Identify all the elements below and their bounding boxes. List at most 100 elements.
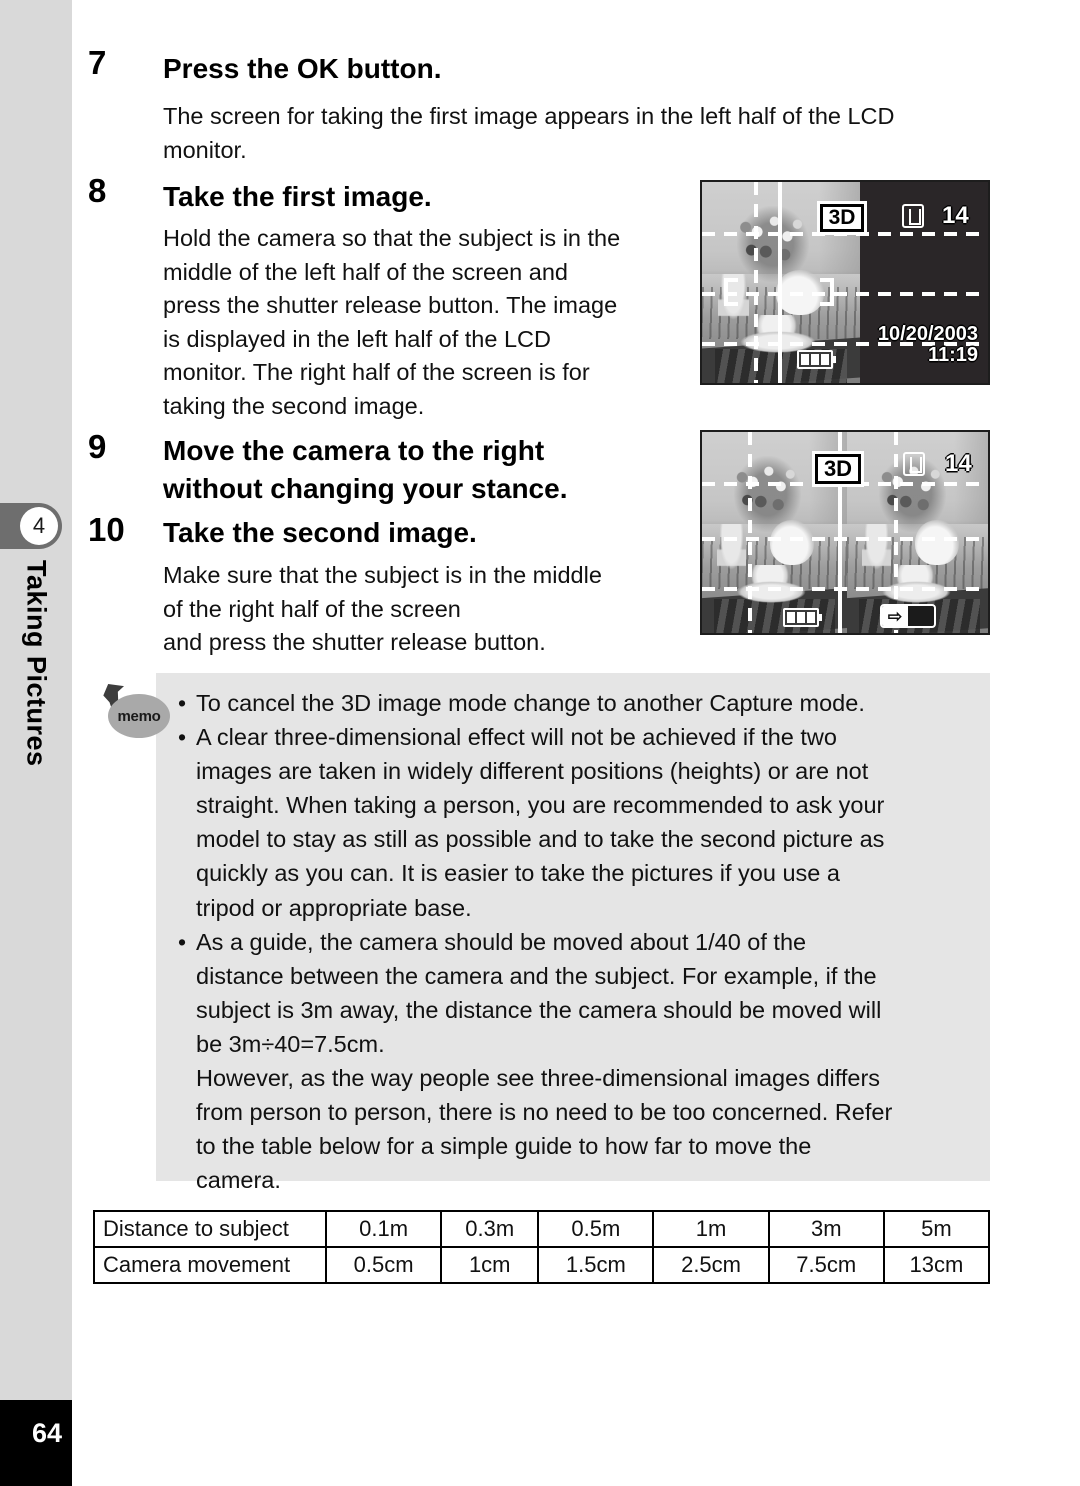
memo-line: model to stay as still as possible and t…: [196, 826, 885, 853]
step-10-body-line: of the right half of the screen: [163, 595, 461, 622]
table-cell: 0.1m: [324, 1210, 443, 1248]
sidebar: 4 Taking Pictures: [0, 0, 72, 1400]
osd-date: 10/20/2003: [877, 323, 978, 345]
focus-bracket-left: [724, 278, 738, 306]
chapter-number: 4: [20, 507, 58, 545]
chapter-tab: 4: [0, 503, 62, 549]
step-7-number: 7: [88, 44, 107, 81]
lcd-screenshot-first-image: 3D 14 10/20/2003 11:19: [700, 180, 990, 385]
manual-page: 4 Taking Pictures 64 7 Press the OK butt…: [0, 0, 1080, 1486]
step-8-heading: Take the first image.: [163, 181, 432, 212]
memo-line: A clear three-dimensional effect will no…: [196, 724, 837, 751]
bullet-icon: •: [178, 690, 187, 716]
step-8-number: 8: [88, 172, 107, 209]
grid-line-horizontal: [702, 537, 988, 541]
grid-line-vertical: [894, 432, 898, 633]
step-8-body: Hold the camera so that the subject is i…: [163, 222, 683, 423]
memo-line: straight. When taking a person, you are …: [196, 792, 885, 819]
right-arrow-icon: ⇨: [880, 604, 936, 628]
mode-badge-3d: 3D: [815, 454, 861, 484]
table-cell: 1cm: [440, 1246, 540, 1284]
memo-line: distance between the camera and the subj…: [196, 962, 877, 989]
memo-label: memo: [117, 707, 161, 725]
step-8-body-line: is displayed in the left half of the LCD: [163, 325, 551, 352]
memo-line: To cancel the 3D image mode change to an…: [196, 690, 865, 716]
bullet-icon: •: [178, 928, 187, 955]
table-cell: 5m: [882, 1210, 991, 1248]
arrow-glyph: ⇨: [882, 606, 908, 626]
step-9-heading: Move the camera to the right without cha…: [163, 432, 683, 508]
grid-line-horizontal: [702, 292, 988, 296]
table-cell: 2.5cm: [652, 1246, 770, 1284]
row-label: Camera movement: [93, 1246, 327, 1284]
step-9-heading-line: Move the camera to the right: [163, 435, 545, 466]
step-8-body-line: Hold the camera so that the subject is i…: [163, 225, 621, 251]
step-7-body-line: The screen for taking the first image ap…: [163, 103, 895, 129]
memo-line: camera.: [196, 1167, 281, 1194]
step-8-body-line: monitor. The right half of the screen is…: [163, 359, 590, 385]
memo-label-badge: memo: [108, 694, 170, 738]
memo-line: from person to person, there is no need …: [196, 1099, 893, 1126]
guide-table: Distance to subject 0.1m 0.3m 0.5m 1m 3m…: [93, 1210, 991, 1284]
bullet-icon: •: [178, 724, 187, 751]
memo-list-item: • To cancel the 3D image mode change to …: [178, 686, 978, 720]
memo-list-item: • A clear three-dimensional effect will …: [178, 720, 978, 925]
table-cell: 7.5cm: [767, 1246, 885, 1284]
memo-line: As a guide, the camera should be moved a…: [196, 928, 807, 955]
step-10-body: Make sure that the subject is in the mid…: [163, 559, 703, 660]
memo-line: However, as the way people see three-dim…: [196, 1065, 881, 1092]
mode-badge-3d: 3D: [820, 204, 864, 232]
memory-card-icon: [903, 452, 925, 476]
memo-item-text: A clear three-dimensional effect will no…: [196, 720, 884, 925]
step-10-number: 10: [88, 511, 125, 548]
memo-list: • To cancel the 3D image mode change to …: [178, 686, 978, 1197]
table-cell: 0.5m: [537, 1210, 655, 1248]
table-row: Distance to subject 0.1m 0.3m 0.5m 1m 3m…: [93, 1210, 991, 1248]
step-8-body-line: taking the second image.: [163, 392, 425, 419]
table-row: Camera movement 0.5cm 1cm 1.5cm 2.5cm 7.…: [93, 1246, 991, 1284]
step-10-heading: Take the second image.: [163, 517, 477, 548]
memory-card-icon: [902, 204, 924, 228]
memo-line: tripod or appropriate base.: [196, 894, 472, 921]
grid-line-vertical: [754, 182, 758, 383]
step-7-body: The screen for taking the first image ap…: [163, 100, 1003, 167]
step-9-number: 9: [88, 428, 107, 465]
memo-item-text: As a guide, the camera should be moved a…: [196, 925, 892, 1198]
memo-item-text: To cancel the 3D image mode change to an…: [196, 686, 865, 720]
remaining-shots-count: 14: [942, 202, 969, 229]
battery-icon: [797, 350, 836, 369]
table-cell: 13cm: [882, 1246, 991, 1284]
grid-line-center: [778, 182, 782, 383]
memo-icon: memo: [98, 684, 172, 744]
memo-line: quickly as you can. It is easier to take…: [196, 860, 840, 887]
table-cell: 1.5cm: [537, 1246, 655, 1284]
lcd-screenshot-second-image: 3D 14 ⇨: [700, 430, 990, 635]
remaining-shots-count: 14: [945, 450, 972, 477]
step-8-body-line: middle of the left half of the screen an…: [163, 258, 568, 285]
table-cell: 0.5cm: [324, 1246, 443, 1284]
step-7-heading: Press the OK button.: [163, 53, 442, 84]
battery-icon: [783, 608, 822, 627]
memo-list-item: • As a guide, the camera should be moved…: [178, 925, 978, 1198]
step-10-body-line: Make sure that the subject is in the mid…: [163, 562, 602, 588]
table-cell: 3m: [767, 1210, 885, 1248]
focus-bracket-right: [820, 278, 834, 306]
table-cell: 0.3m: [440, 1210, 540, 1248]
step-7-body-line: monitor.: [163, 136, 247, 163]
grid-line-vertical: [748, 432, 752, 633]
grid-line-horizontal: [702, 587, 988, 591]
step-8-body-line: press the shutter release button. The im…: [163, 292, 618, 318]
memo-line: be 3m÷40=7.5cm.: [196, 1030, 385, 1057]
page-number: 64: [31, 1418, 62, 1448]
memo-line: to the table below for a simple guide to…: [196, 1133, 812, 1160]
chapter-title: Taking Pictures: [0, 560, 72, 900]
page-number-band: 64: [0, 1400, 72, 1486]
step-9-heading-line: without changing your stance.: [163, 473, 568, 504]
row-label: Distance to subject: [93, 1210, 327, 1248]
table-cell: 1m: [652, 1210, 770, 1248]
step-10-body-line: and press the shutter release button.: [163, 629, 546, 655]
grid-line-horizontal: [702, 232, 988, 236]
memo-line: subject is 3m away, the distance the cam…: [196, 996, 882, 1023]
memo-line: images are taken in widely different pos…: [196, 758, 869, 785]
chapter-title-text: Taking Pictures: [21, 560, 52, 767]
